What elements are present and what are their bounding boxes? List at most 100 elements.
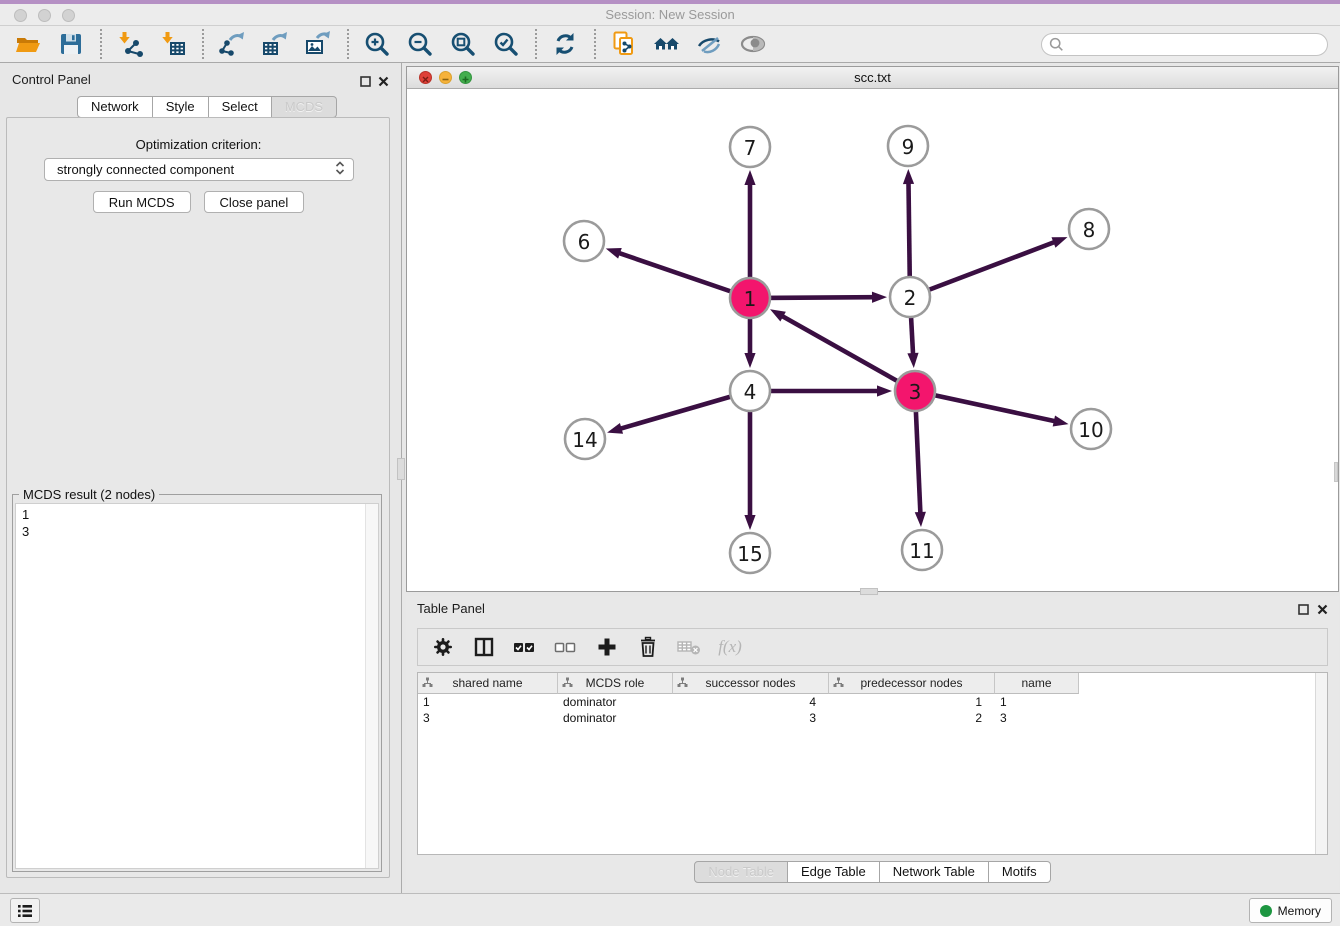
table-header-row: shared name MCDS role successor nodes prede… xyxy=(418,673,1327,694)
column-header-successor-nodes[interactable]: successor nodes xyxy=(673,673,829,694)
graph-edge-arrowhead-2-3 xyxy=(907,353,918,368)
column-header-shared-name[interactable]: shared name xyxy=(418,673,558,694)
toolbar-separator xyxy=(535,29,537,59)
close-panel-icon[interactable] xyxy=(378,74,390,86)
graph-node-label-9: 9 xyxy=(902,135,915,159)
graph-edge-arrowhead-4-14 xyxy=(607,423,623,434)
table-row[interactable]: 3dominator323 xyxy=(418,710,1327,726)
graph-node-label-6: 6 xyxy=(578,230,591,254)
select-stepper-icon xyxy=(335,160,345,179)
zoom-fit-icon[interactable] xyxy=(445,27,481,61)
optimization-criterion-label: Optimization criterion: xyxy=(0,137,397,152)
export-image-icon[interactable] xyxy=(300,27,336,61)
mcds-result-text: 1 3 xyxy=(16,504,378,542)
search-input[interactable] xyxy=(1041,33,1328,56)
run-mcds-button[interactable]: Run MCDS xyxy=(93,191,191,213)
close-table-panel-icon[interactable] xyxy=(1317,602,1329,614)
refresh-view-icon[interactable] xyxy=(547,27,583,61)
table-scrollbar[interactable] xyxy=(1315,673,1327,854)
graph-edge-3-1[interactable] xyxy=(781,316,915,391)
network-view-window: scc.txt 7968124314101511 xyxy=(406,66,1339,592)
panel-divider-handle[interactable] xyxy=(397,458,405,480)
graph-edge-3-10[interactable] xyxy=(915,391,1056,421)
import-table-icon[interactable] xyxy=(155,27,191,61)
table-panel: Table Panel xyxy=(406,596,1339,890)
export-network-icon[interactable] xyxy=(214,27,250,61)
status-bar: Memory xyxy=(0,893,1340,926)
tab-select[interactable]: Select xyxy=(209,96,272,118)
graph-edge-2-8[interactable] xyxy=(910,242,1055,297)
table-cell-name[interactable]: 1 xyxy=(995,694,1079,710)
table-row[interactable]: 1dominator411 xyxy=(418,694,1327,710)
table-cell-mcds-role[interactable]: dominator xyxy=(558,694,673,710)
memory-status-icon xyxy=(1260,905,1272,917)
function-builder-icon[interactable]: f(x) xyxy=(717,634,743,660)
horizontal-divider-handle[interactable] xyxy=(860,588,878,595)
table-cell-predecessor-nodes[interactable]: 2 xyxy=(829,710,995,726)
task-history-button[interactable] xyxy=(10,898,40,923)
table-cell-mcds-role[interactable]: dominator xyxy=(558,710,673,726)
zoom-out-icon[interactable] xyxy=(402,27,438,61)
table-tab-network-table[interactable]: Network Table xyxy=(880,861,989,883)
save-session-icon[interactable] xyxy=(53,27,89,61)
graph-node-label-8: 8 xyxy=(1083,218,1096,242)
table-tab-edge-table[interactable]: Edge Table xyxy=(788,861,880,883)
memory-label: Memory xyxy=(1278,904,1321,918)
delete-column-icon[interactable] xyxy=(635,634,661,660)
open-session-icon[interactable] xyxy=(10,27,46,61)
tab-style[interactable]: Style xyxy=(153,96,209,118)
mcds-result-area[interactable]: 1 3 xyxy=(15,503,379,869)
resize-mark[interactable] xyxy=(1334,462,1338,482)
network-graph: 7968124314101511 xyxy=(407,90,1338,591)
eye-icon[interactable] xyxy=(735,27,771,61)
zoom-in-icon[interactable] xyxy=(359,27,395,61)
network-window-titlebar: scc.txt xyxy=(407,67,1338,89)
table-cell-shared-name[interactable]: 3 xyxy=(418,710,558,726)
application-window: Session: New Session xyxy=(0,0,1340,926)
tab-mcds[interactable]: MCDS xyxy=(272,96,337,118)
tab-network[interactable]: Network xyxy=(77,96,153,118)
deselect-all-icon[interactable] xyxy=(553,634,579,660)
memory-button[interactable]: Memory xyxy=(1249,898,1332,923)
zoom-selected-icon[interactable] xyxy=(488,27,524,61)
table-cell-successor-nodes[interactable]: 4 xyxy=(673,694,829,710)
hierarchy-sort-icon xyxy=(833,677,844,691)
window-title: Session: New Session xyxy=(0,7,1340,22)
float-table-panel-icon[interactable] xyxy=(1298,602,1310,614)
result-scrollbar[interactable] xyxy=(365,504,378,868)
select-all-icon[interactable] xyxy=(512,634,538,660)
column-header-label: shared name xyxy=(452,676,522,690)
table-cell-name[interactable]: 3 xyxy=(995,710,1079,726)
graph-edge-arrowhead-3-10 xyxy=(1053,416,1069,427)
close-panel-button[interactable]: Close panel xyxy=(204,191,305,213)
delete-table-icon[interactable] xyxy=(676,634,702,660)
copy-network-view-icon[interactable] xyxy=(606,27,642,61)
table-cell-predecessor-nodes[interactable]: 1 xyxy=(829,694,995,710)
toolbar-separator xyxy=(100,29,102,59)
mcds-result-box: MCDS result (2 nodes) 1 3 xyxy=(12,494,382,872)
table-cell-shared-name[interactable]: 1 xyxy=(418,694,558,710)
column-header-label: successor nodes xyxy=(705,676,795,690)
hide-graphics-details-icon[interactable] xyxy=(692,27,728,61)
table-tab-node-table[interactable]: Node Table xyxy=(694,861,788,883)
table-tab-motifs[interactable]: Motifs xyxy=(989,861,1051,883)
node-table: shared name MCDS role successor nodes prede… xyxy=(417,672,1328,855)
float-panel-icon[interactable] xyxy=(360,74,372,86)
table-toolbar: f(x) xyxy=(417,628,1328,666)
add-column-icon[interactable] xyxy=(594,634,620,660)
table-cell-successor-nodes[interactable]: 3 xyxy=(673,710,829,726)
graph-node-label-3: 3 xyxy=(909,380,922,404)
column-header-name[interactable]: name xyxy=(995,673,1079,694)
graph-edge-arrowhead-1-2 xyxy=(872,292,887,303)
choose-columns-icon[interactable] xyxy=(471,634,497,660)
network-canvas[interactable]: 7968124314101511 xyxy=(407,90,1338,591)
column-header-mcds-role[interactable]: MCDS role xyxy=(558,673,673,694)
table-settings-icon[interactable] xyxy=(430,634,456,660)
home-layout-icon[interactable] xyxy=(649,27,685,61)
import-network-icon[interactable] xyxy=(112,27,148,61)
export-table-icon[interactable] xyxy=(257,27,293,61)
column-header-predecessor-nodes[interactable]: predecessor nodes xyxy=(829,673,995,694)
graph-node-label-11: 11 xyxy=(909,539,934,563)
optimization-criterion-select[interactable]: strongly connected component xyxy=(44,158,354,181)
graph-edge-arrowhead-4-3 xyxy=(877,385,892,396)
